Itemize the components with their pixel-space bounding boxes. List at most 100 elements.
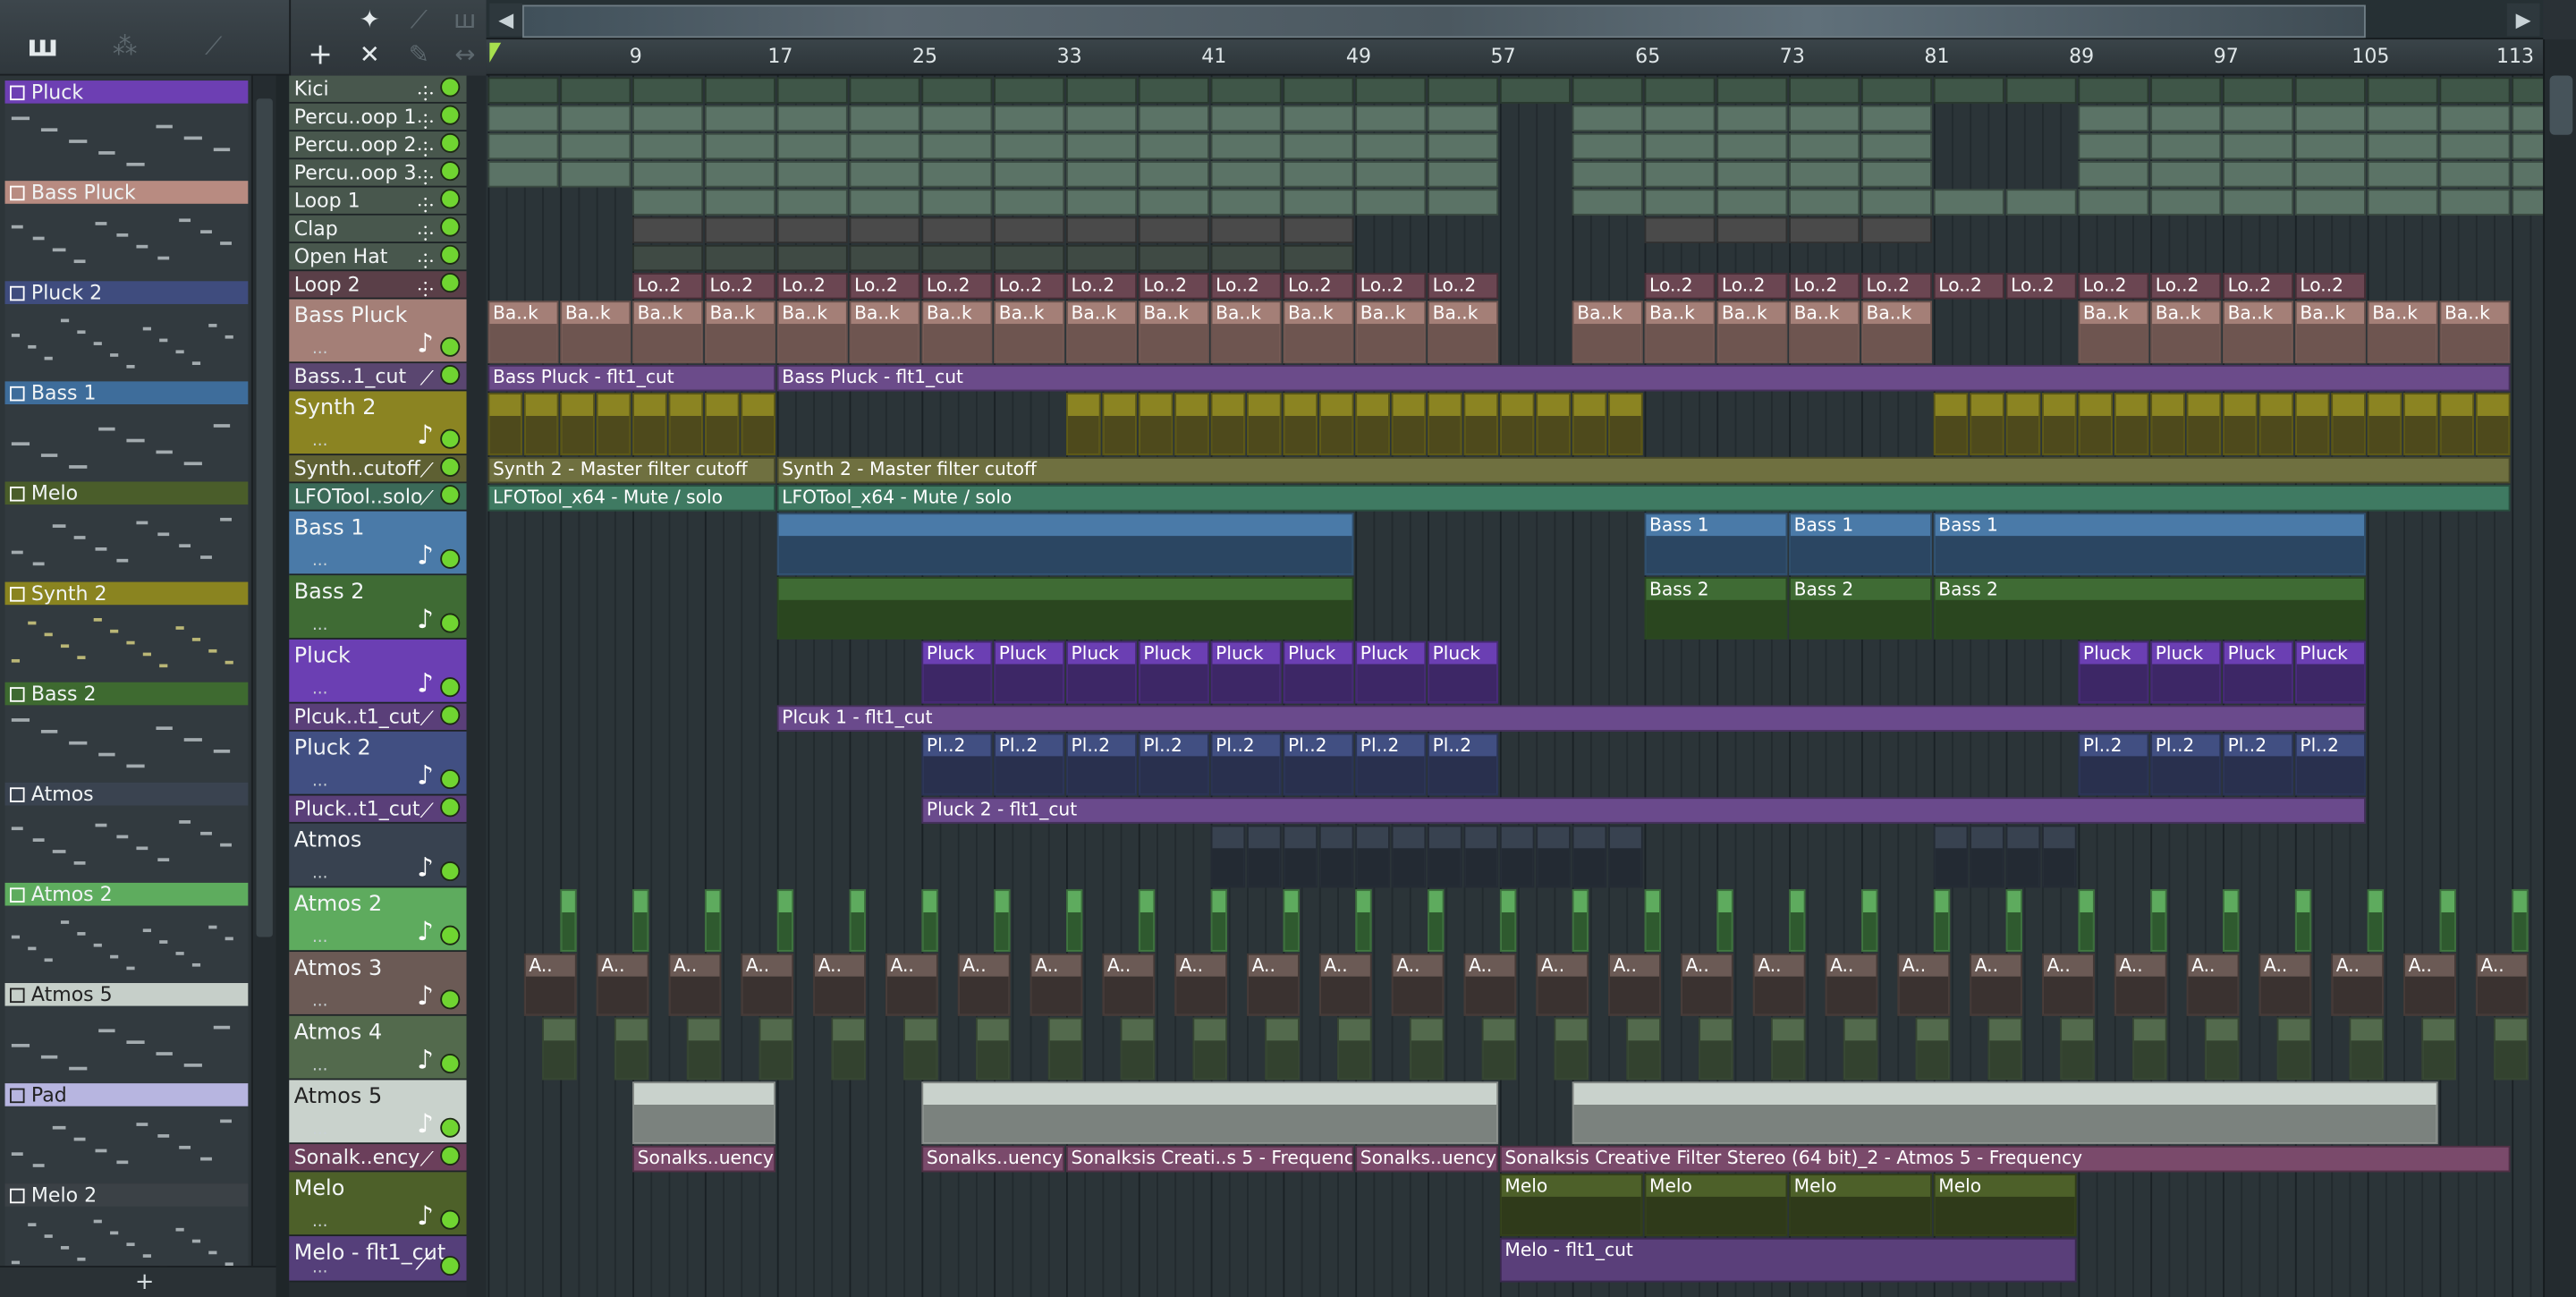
playlist-clip[interactable]: Pl..2 [1355,733,1427,796]
playlist-clip[interactable] [2078,132,2149,160]
track-more[interactable]: ... [312,681,328,699]
track-more[interactable]: ... [312,340,328,358]
playlist-clip[interactable]: Lo..2 [849,273,920,300]
playlist-clip[interactable]: A.. [2258,953,2312,1016]
playlist-clip[interactable] [1644,132,1716,160]
playlist-clip[interactable]: Ba..k [1210,301,1282,364]
playlist-clip[interactable]: Ba..k [1355,301,1427,364]
playlist-clip[interactable] [632,132,704,160]
track-header[interactable]: Percu..oop 1 ⸭ [289,103,467,132]
playlist-clip[interactable] [1066,77,1137,104]
playlist-clip[interactable] [1066,189,1137,216]
playlist-clip[interactable] [1283,244,1354,272]
playlist-clip[interactable] [2223,889,2240,953]
playlist-clip[interactable] [776,216,848,243]
mute-switch[interactable] [440,244,461,265]
playlist-clip[interactable] [560,132,631,160]
playlist-clip[interactable] [1572,77,1643,104]
playlist-clip[interactable]: Lo..2 [1210,273,1282,300]
playlist-clip[interactable]: Ba..k [1789,301,1860,364]
pattern-item[interactable]: Melo [4,481,249,582]
playlist-clip[interactable] [2258,393,2294,456]
playlist-clip[interactable] [1210,189,1282,216]
playlist-clip[interactable] [1174,393,1209,456]
playlist-clip[interactable]: Ba..k [921,301,993,364]
playlist-clip[interactable] [921,105,993,132]
playlist-clip[interactable] [1789,889,1806,953]
playlist-clip[interactable]: Lo..2 [1138,273,1209,300]
playlist-clip[interactable] [2078,105,2149,132]
playlist-clip[interactable]: Pluck 2 - flt1_cut [921,797,2366,824]
playlist-clip[interactable] [1066,161,1137,188]
playlist-clip[interactable]: A.. [1970,953,2022,1016]
playlist-clip[interactable] [921,244,993,272]
playlist-clip[interactable]: A.. [2331,953,2385,1016]
playlist-clip[interactable] [2439,77,2511,104]
playlist-clip[interactable] [994,244,1065,272]
playlist-clip[interactable] [704,105,775,132]
playlist-clip[interactable] [1318,393,1354,456]
playlist-clip[interactable]: Pl..2 [1066,733,1137,796]
playlist-clip[interactable]: Pluck [1283,640,1354,704]
playlist-clip[interactable]: Ba..k [2367,301,2438,364]
playlist-clip[interactable] [2367,105,2438,132]
playlist-clip[interactable]: A.. [1102,953,1156,1016]
playlist-clip[interactable] [1716,105,1788,132]
playlist-clip[interactable]: Pl..2 [2078,733,2149,796]
playlist-clip[interactable] [632,161,704,188]
playlist-clip[interactable] [2421,1017,2456,1081]
playlist-clip[interactable] [1428,161,1499,188]
track-header[interactable]: Synth 2 ♪... [289,391,467,456]
playlist-clip[interactable]: A.. [885,953,938,1016]
playlist-clip[interactable]: Ba..k [487,301,559,364]
playlist-clip[interactable] [2367,889,2385,953]
track-more[interactable]: ... [312,865,328,883]
track-more[interactable]: ... [312,432,328,450]
mute-switch[interactable] [440,797,461,818]
playlist-clip[interactable] [1608,393,1643,456]
playlist-clip[interactable] [704,189,775,216]
playlist-clip[interactable] [704,132,775,160]
playlist-clip[interactable]: Pluck [1210,640,1282,704]
playlist-clip[interactable] [921,132,993,160]
pencil-icon[interactable]: ✎ [399,38,438,71]
playlist-clip[interactable] [704,889,722,953]
playlist-clip[interactable] [1789,216,1860,243]
playlist-clip[interactable]: Lo..2 [1789,273,1860,300]
playlist-clip[interactable] [1138,105,1209,132]
playlist-clip[interactable]: Lo..2 [1283,273,1354,300]
playlist-clip[interactable]: Melo [1789,1174,1932,1237]
playlist-clip[interactable]: Ba..k [994,301,1065,364]
playlist-clip[interactable]: A.. [1752,953,1806,1016]
playlist-clip[interactable] [1210,393,1246,456]
playlist-clip[interactable] [2294,161,2366,188]
playlist-clip[interactable] [903,1017,938,1081]
playlist-clip[interactable]: Ba..k [2294,301,2366,364]
playlist-clip[interactable] [632,77,704,104]
playlist-clip[interactable]: Lo..2 [2150,273,2222,300]
pattern-item[interactable]: Bass Pluck [4,181,249,282]
track-header[interactable]: Kici ⸭ [289,75,467,104]
playlist-clip[interactable]: A.. [2186,953,2240,1016]
delete-icon[interactable]: ✕ [350,38,389,71]
playlist-clip[interactable] [2494,1017,2529,1081]
playlist-clip[interactable]: Pluck [1428,640,1499,704]
playlist-clip[interactable] [487,161,559,188]
playlist-clip[interactable] [1283,825,1318,888]
playlist-clip[interactable]: Melo [1933,1174,2077,1237]
playlist-clip[interactable] [686,1017,722,1081]
playlist-clip[interactable]: Plcuk 1 - flt1_cut [776,705,2366,732]
playlist-overview[interactable]: ◀ ▶ [486,0,2544,40]
playlist-clip[interactable] [668,393,704,456]
playlist-clip[interactable] [1716,77,1788,104]
playlist-clip[interactable]: Melo [1499,1174,1643,1237]
playlist-clip[interactable] [704,77,775,104]
playlist-clip[interactable] [1428,77,1499,104]
playlist-clip[interactable] [1463,393,1499,456]
playlist-clip[interactable] [560,77,631,104]
playlist-clip[interactable] [704,161,775,188]
playlist-clip[interactable] [1283,161,1354,188]
playlist-clip[interactable] [1644,189,1716,216]
playlist-clip[interactable] [994,889,1011,953]
playlist-clip[interactable] [1138,393,1174,456]
